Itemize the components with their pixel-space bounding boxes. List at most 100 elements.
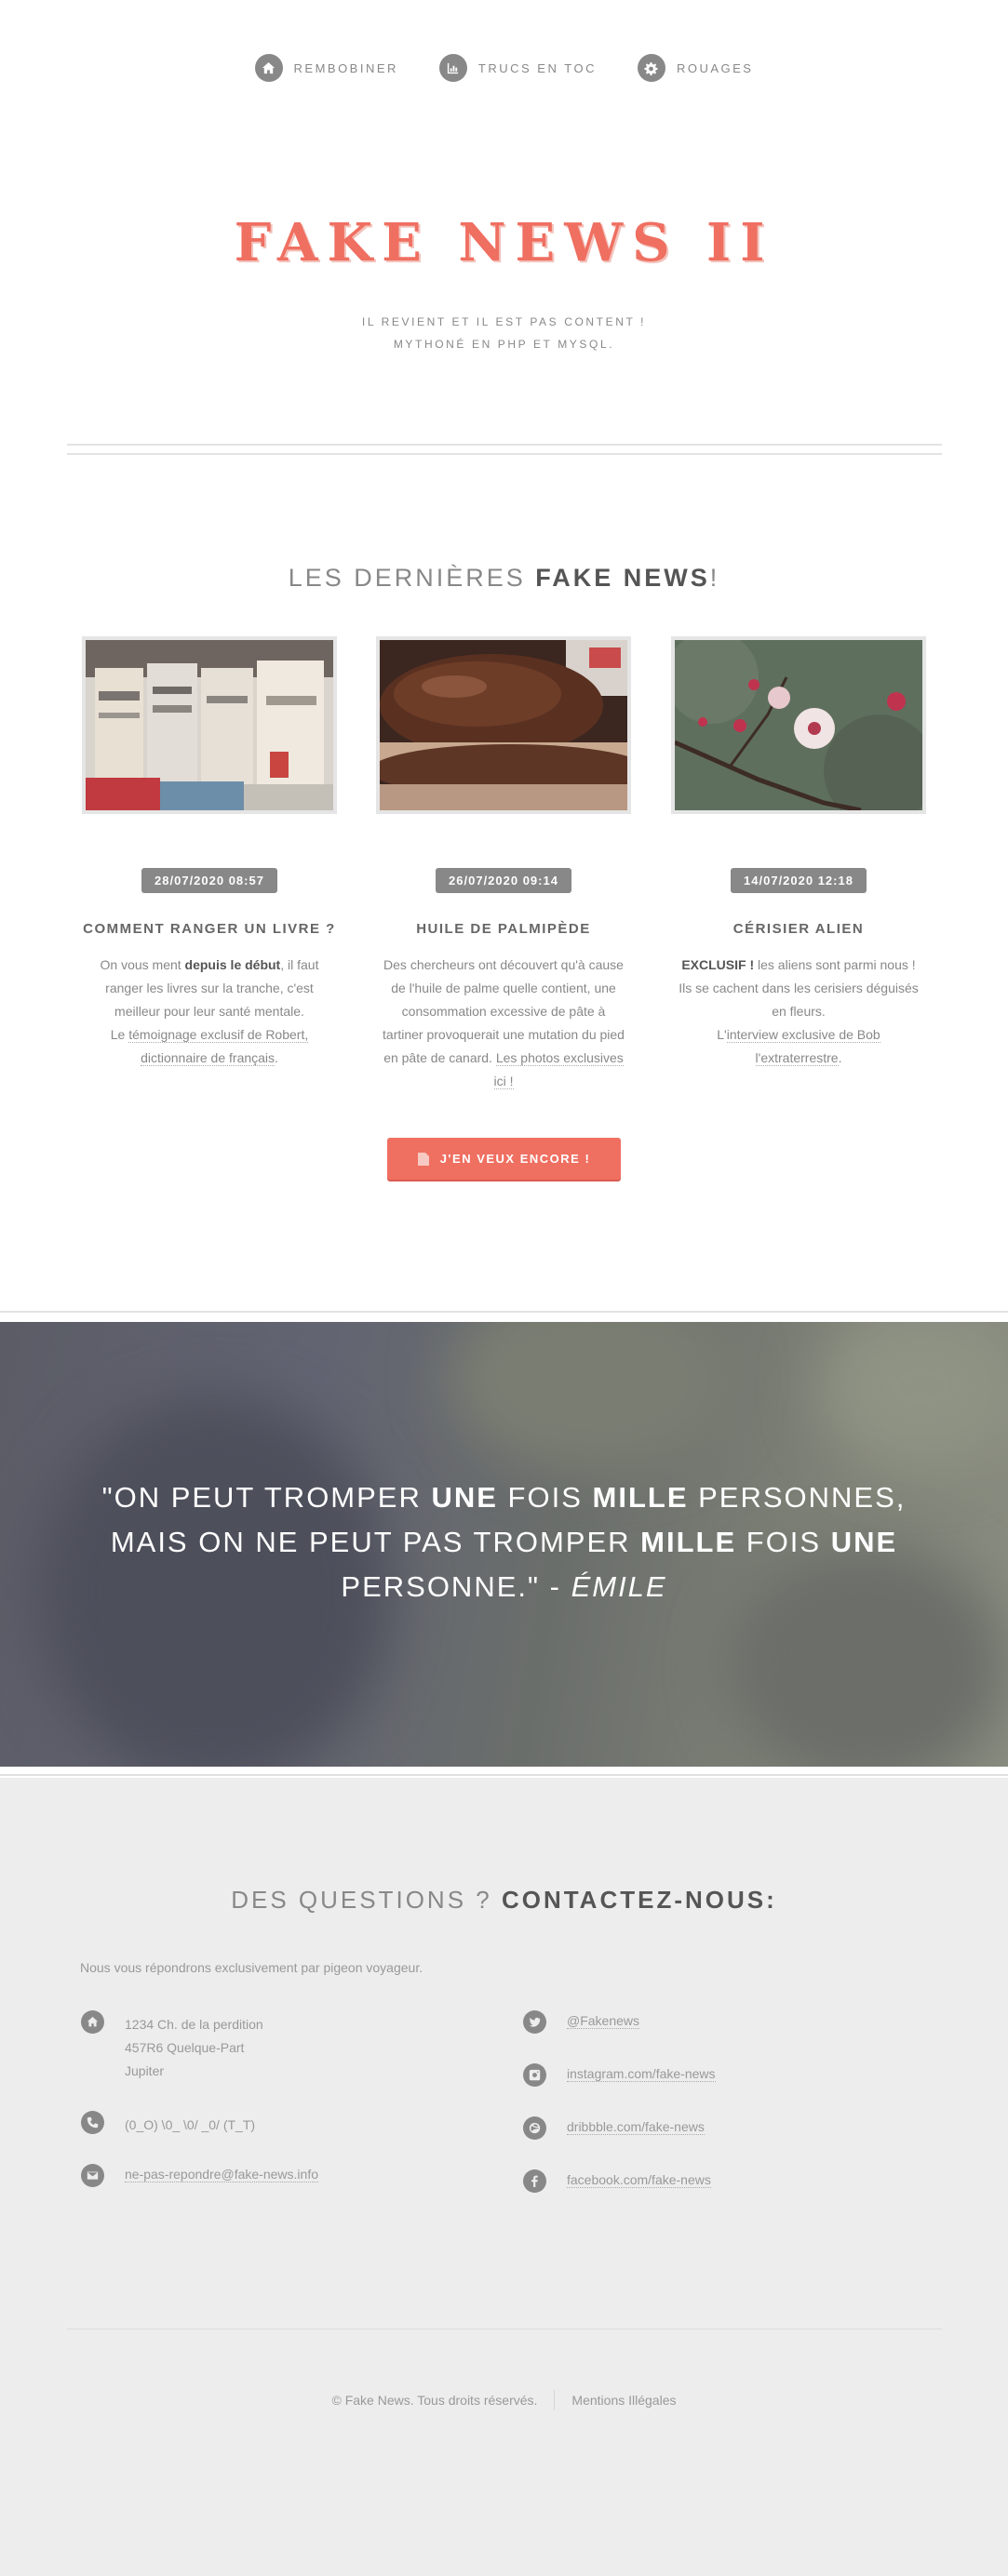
news-card-image[interactable]: [376, 636, 631, 814]
news-card-date: 28/07/2020 08:57: [141, 868, 277, 893]
news-card-text: Des chercheurs ont découvert qu'à cause …: [376, 954, 631, 1093]
latest-title-prefix: LES DERNIÈRES: [288, 564, 536, 592]
bold-text: EXCLUSIF !: [681, 957, 755, 972]
instagram-link[interactable]: instagram.com/fake-news: [567, 2066, 716, 2082]
contact-facebook: facebook.com/fake-news: [523, 2169, 711, 2193]
news-card-image[interactable]: [82, 636, 337, 814]
text: .: [275, 1050, 278, 1065]
text: On vous ment: [100, 957, 185, 972]
news-card: 14/07/2020 12:18 CÉRISIER ALIEN EXCLUSIF…: [671, 636, 926, 1070]
news-card-title[interactable]: COMMENT RANGER UN LIVRE ?: [82, 921, 337, 937]
quote-part: PERSONNE." -: [341, 1570, 571, 1603]
envelope-icon: [81, 2164, 104, 2187]
section-divider: [0, 1767, 1008, 1776]
nav-item-trucs-en-toc[interactable]: Trucs en toc: [438, 54, 597, 82]
contact-intro: Nous vous répondrons exclusivement par p…: [80, 1960, 423, 1975]
news-card-link[interactable]: témoignage exclusif de Robert, dictionna…: [128, 1027, 309, 1066]
news-card-image[interactable]: [671, 636, 926, 814]
news-card: 28/07/2020 08:57 COMMENT RANGER UN LIVRE…: [82, 636, 337, 1070]
twitter-icon: [523, 2010, 546, 2034]
nav-item-rembobiner[interactable]: Rembobiner: [254, 54, 398, 82]
contact-title-prefix: DES QUESTIONS ?: [231, 1886, 502, 1914]
news-card-title[interactable]: HUILE DE PALMIPÈDE: [376, 921, 631, 937]
dribbble-icon: [523, 2116, 546, 2140]
quote-bold: UNE: [830, 1526, 898, 1558]
banner-background: [819, 1322, 1008, 1471]
quote-part: FOIS: [497, 1481, 593, 1514]
hero-divider: [67, 444, 942, 455]
nav-label: Trucs en toc: [477, 60, 597, 75]
latest-title-suffix: !: [709, 564, 720, 592]
quote-line: "ON PEUT TROMPER UNE FOIS MILLE PERSONNE…: [0, 1475, 1008, 1520]
site-subtitle: Il revient et il est pas content ! Mytho…: [0, 311, 1008, 355]
quote-part: PERSONNES,: [688, 1481, 907, 1514]
news-card-link[interactable]: Les photos exclusives ici !: [493, 1050, 624, 1089]
more-news-button[interactable]: J'EN VEUX ENCORE !: [387, 1138, 621, 1180]
quote-part: MAIS ON NE PEUT PAS TROMPER: [110, 1526, 641, 1558]
bar-chart-icon: [438, 54, 467, 82]
gear-icon: [637, 54, 665, 82]
news-card-date: 14/07/2020 12:18: [731, 868, 867, 893]
news-card-link[interactable]: interview exclusive de Bob l'extraterres…: [726, 1027, 880, 1066]
news-card-date: 26/07/2020 09:14: [436, 868, 571, 893]
phone-icon: [81, 2111, 104, 2134]
site-title: FAKE NEWS II: [234, 212, 774, 274]
legal-link[interactable]: Mentions Illégales: [571, 2393, 676, 2408]
subtitle-line: Il revient et il est pas content !: [361, 315, 647, 328]
chocolate-toast-image: [380, 640, 627, 810]
home-icon: [81, 2010, 104, 2034]
quote-line: PERSONNE." - ÉMILE: [0, 1565, 1008, 1609]
quote-bold: MILLE: [592, 1481, 689, 1514]
bold-text: depuis le début: [184, 957, 281, 972]
quote-banner: "ON PEUT TROMPER UNE FOIS MILLE PERSONNE…: [0, 1322, 1008, 1767]
news-card-text: EXCLUSIF ! les aliens sont parmi nous ! …: [671, 954, 926, 1070]
news-card: 26/07/2020 09:14 HUILE DE PALMIPÈDE Des …: [376, 636, 631, 1093]
text: Le: [110, 1027, 129, 1042]
nav-label: Rembobiner: [293, 60, 398, 75]
contact-title-bold: CONTACTEZ-NOUS:: [501, 1886, 777, 1914]
quote-line: MAIS ON NE PEUT PAS TROMPER MILLE FOIS U…: [0, 1520, 1008, 1565]
contact-instagram: instagram.com/fake-news: [523, 2063, 716, 2087]
text: .: [838, 1050, 842, 1065]
dribbble-link[interactable]: dribbble.com/fake-news: [567, 2119, 705, 2135]
document-icon: [417, 1152, 429, 1166]
latest-title-bold: FAKE NEWS: [535, 564, 710, 592]
news-card-text: On vous ment depuis le début, il faut ra…: [82, 954, 337, 1070]
instagram-icon: [523, 2063, 546, 2087]
quote-bold: MILLE: [640, 1526, 737, 1558]
twitter-link[interactable]: @Fakenews: [567, 2013, 640, 2029]
quote-part: "ON PEUT TROMPER: [101, 1481, 432, 1514]
cherry-blossom-image: [675, 640, 922, 810]
email-link[interactable]: ne-pas-repondre@fake-news.info: [125, 2167, 318, 2182]
quote-author: ÉMILE: [571, 1570, 667, 1603]
address-line: 457R6 Quelque-Part: [125, 2040, 245, 2055]
text: L': [717, 1027, 727, 1042]
nav-item-rouages[interactable]: Rouages: [637, 54, 754, 82]
contact-email: ne-pas-repondre@fake-news.info: [81, 2164, 318, 2187]
text: Des chercheurs ont découvert qu'à cause …: [383, 957, 625, 1065]
news-card-title[interactable]: CÉRISIER ALIEN: [671, 921, 926, 937]
subtitle-line: Mythoné en PHP et MySQL.: [393, 338, 615, 351]
home-icon: [254, 54, 283, 82]
quote-part: FOIS: [736, 1526, 831, 1558]
address-line: Jupiter: [125, 2063, 165, 2078]
contact-address: 1234 Ch. de la perdition 457R6 Quelque-P…: [81, 2010, 263, 2083]
contact-dribbble: dribbble.com/fake-news: [523, 2116, 705, 2140]
latest-news-title: LES DERNIÈRES FAKE NEWS!: [0, 564, 1008, 593]
quote-bold: UNE: [431, 1481, 498, 1514]
contact-phone: (0_O) \0_ \0/ _0/ (T_T): [81, 2111, 256, 2137]
facebook-link[interactable]: facebook.com/fake-news: [567, 2172, 711, 2188]
footer: © Fake News. Tous droits réservés. Menti…: [0, 2390, 1008, 2410]
nav-label: Rouages: [676, 60, 754, 75]
facebook-icon: [523, 2169, 546, 2193]
contact-title: DES QUESTIONS ? CONTACTEZ-NOUS:: [0, 1886, 1008, 1915]
phone-text: (0_O) \0_ \0/ _0/ (T_T): [125, 2117, 256, 2132]
main-nav: Rembobiner Trucs en toc Rouages: [0, 54, 1008, 82]
address-line: 1234 Ch. de la perdition: [125, 2017, 263, 2032]
banner-background: [447, 1322, 726, 1471]
more-news-label: J'EN VEUX ENCORE !: [439, 1152, 591, 1166]
quote-text: "ON PEUT TROMPER UNE FOIS MILLE PERSONNE…: [0, 1475, 1008, 1609]
address-text: 1234 Ch. de la perdition 457R6 Quelque-P…: [125, 2013, 263, 2083]
section-divider: [0, 1311, 1008, 1313]
contact-twitter: @Fakenews: [523, 2010, 640, 2034]
